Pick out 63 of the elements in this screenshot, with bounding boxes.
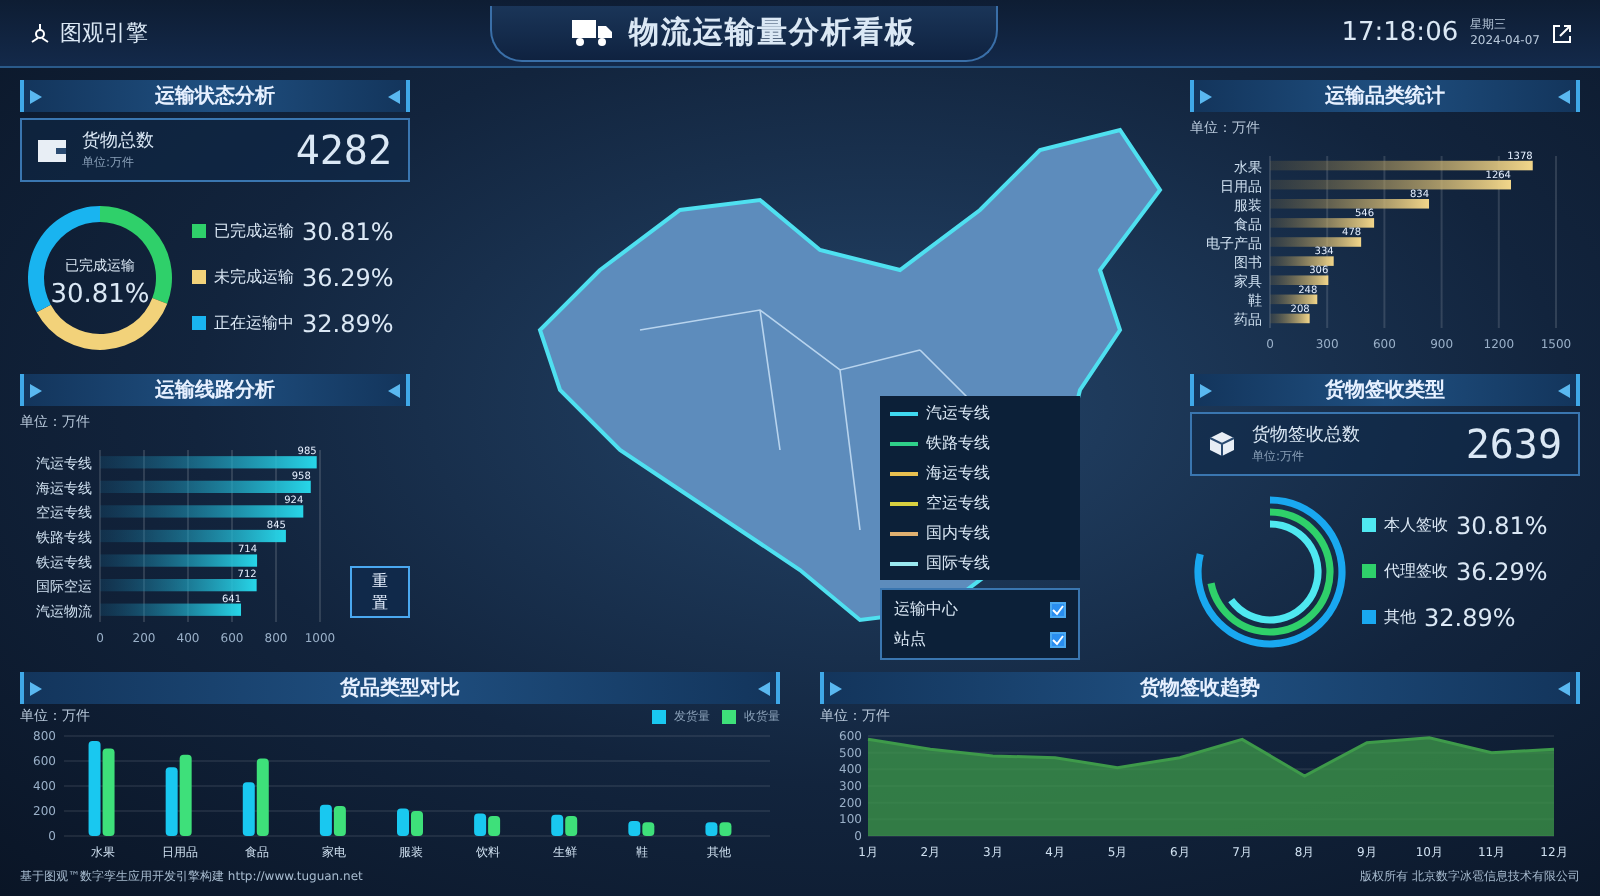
reset-button[interactable]: 重置 [350,566,410,618]
legend-label: 空运专线 [926,492,990,514]
legend-value: 36.29% [1456,557,1548,585]
card-label: 货物签收总数 [1252,423,1362,448]
triangle-icon [1200,89,1212,103]
triangle-icon [1558,681,1570,695]
panel-title: 货物签收趋势 [1140,675,1260,702]
bar [1270,256,1334,266]
wallet-icon [38,138,66,162]
legend-label: 国际专线 [926,552,990,574]
legend-swatch [722,709,736,723]
legend-swatch [652,709,666,723]
layer-label: 站点 [894,628,926,650]
logo-text: 图观引擎 [60,18,148,48]
legend-value: 32.89% [302,309,394,337]
triangle-icon [388,89,400,103]
bar [1270,275,1329,285]
triangle-icon [758,681,770,695]
legend-value: 30.81% [1456,511,1548,539]
legend-label: 其他 [1384,606,1416,628]
panel-title: 货品类型对比 [340,675,460,702]
box-icon [1208,430,1236,458]
donut-value: 30.81% [50,279,150,309]
panel-title: 运输线路分析 [155,377,275,404]
logo-icon [28,21,52,45]
triangle-icon [30,681,42,695]
legend-value: 36.29% [302,263,394,291]
legend-value: 32.89% [1424,603,1516,631]
legend-label: 国内专线 [926,522,990,544]
bar [1270,313,1310,324]
layer-label: 运输中心 [894,598,958,620]
bar [1270,237,1362,247]
bar [100,603,241,616]
card-label: 货物总数 [82,129,156,154]
panel-title: 货物签收类型 [1325,377,1445,404]
truck-icon [572,19,613,45]
triangle-icon [30,383,42,397]
triangle-icon [1558,89,1570,103]
legend-label: 未完成运输 [214,266,294,288]
legend-label: 已完成运输 [214,220,294,242]
bar [1270,294,1318,305]
triangle-icon [30,89,42,103]
triangle-icon [388,383,400,397]
bar [1270,218,1375,228]
legend-label: 铁路专线 [926,432,990,454]
exit-icon[interactable] [1551,23,1572,43]
layer-checkbox[interactable] [1050,601,1066,617]
clock-time: 17:18:06 [1341,18,1459,48]
triangle-icon [1200,383,1212,397]
panel-title: 运输状态分析 [155,83,275,110]
legend-label: 代理签收 [1384,560,1448,582]
card-value: 2639 [1465,420,1562,468]
triangle-icon [1558,383,1570,397]
legend-label: 正在运输中 [214,312,294,334]
legend-value: 30.81% [302,217,394,245]
layer-checkbox[interactable] [1050,631,1066,647]
legend-label: 海运专线 [926,462,990,484]
panel-title: 运输品类统计 [1325,83,1445,110]
triangle-icon [830,681,842,695]
legend-label: 汽运专线 [926,402,990,424]
card-value: 4282 [295,126,392,174]
legend-label: 本人签收 [1384,514,1448,536]
dashboard-title: 物流运输量分析看板 [490,5,999,61]
